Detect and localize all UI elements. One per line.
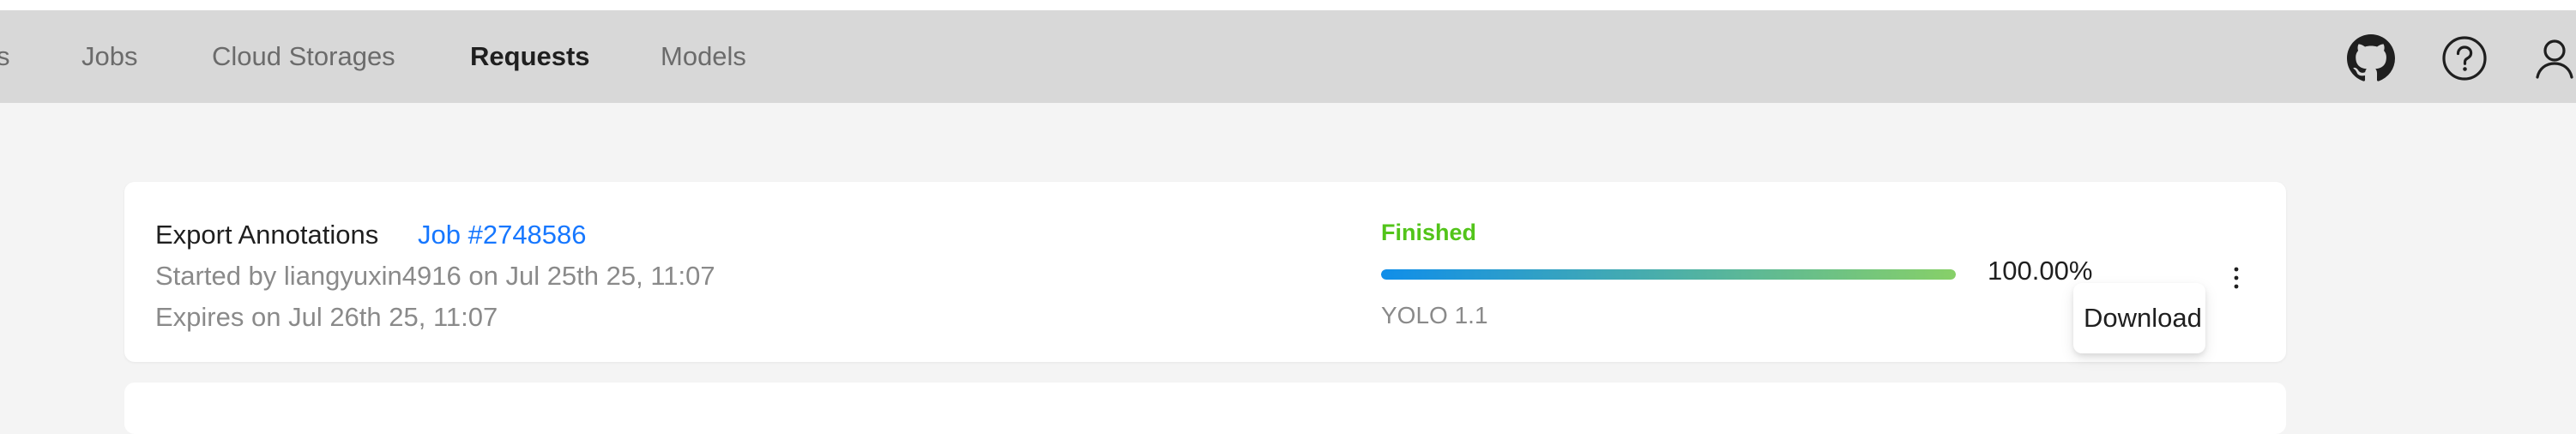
- nav-item-partial[interactable]: s: [0, 10, 10, 103]
- help-icon[interactable]: [2440, 34, 2489, 82]
- progress-bar-fill: [1381, 269, 1956, 280]
- request-card: Export Annotations Job #2748586 Started …: [124, 182, 2286, 362]
- actions-dropdown-menu: Download: [2073, 283, 2205, 353]
- progress-percent: 100.00%: [1988, 256, 2093, 286]
- download-menu-item[interactable]: Download: [2084, 292, 2202, 345]
- user-icon[interactable]: [2532, 34, 2576, 82]
- nav-item-jobs[interactable]: Jobs: [81, 10, 137, 103]
- nav-item-requests[interactable]: Requests: [470, 10, 590, 103]
- top-navigation-bar: s Jobs Cloud Storages Requests Models: [0, 10, 2576, 103]
- window-top-strip: [0, 0, 2576, 10]
- request-started-info: Started by liangyuxin4916 on Jul 25th 25…: [155, 261, 715, 291]
- export-format: YOLO 1.1: [1381, 302, 1488, 329]
- request-type: Export Annotations: [155, 220, 379, 250]
- nav-item-cloud-storages[interactable]: Cloud Storages: [212, 10, 395, 103]
- progress-bar: [1381, 269, 1956, 280]
- request-card-next: [124, 383, 2286, 434]
- more-vertical-icon[interactable]: [2228, 264, 2245, 292]
- job-link[interactable]: Job #2748586: [418, 220, 587, 250]
- nav-item-models[interactable]: Models: [661, 10, 746, 103]
- request-expires-info: Expires on Jul 26th 25, 11:07: [155, 302, 498, 332]
- github-icon[interactable]: [2347, 34, 2395, 82]
- status-label: Finished: [1381, 220, 1477, 245]
